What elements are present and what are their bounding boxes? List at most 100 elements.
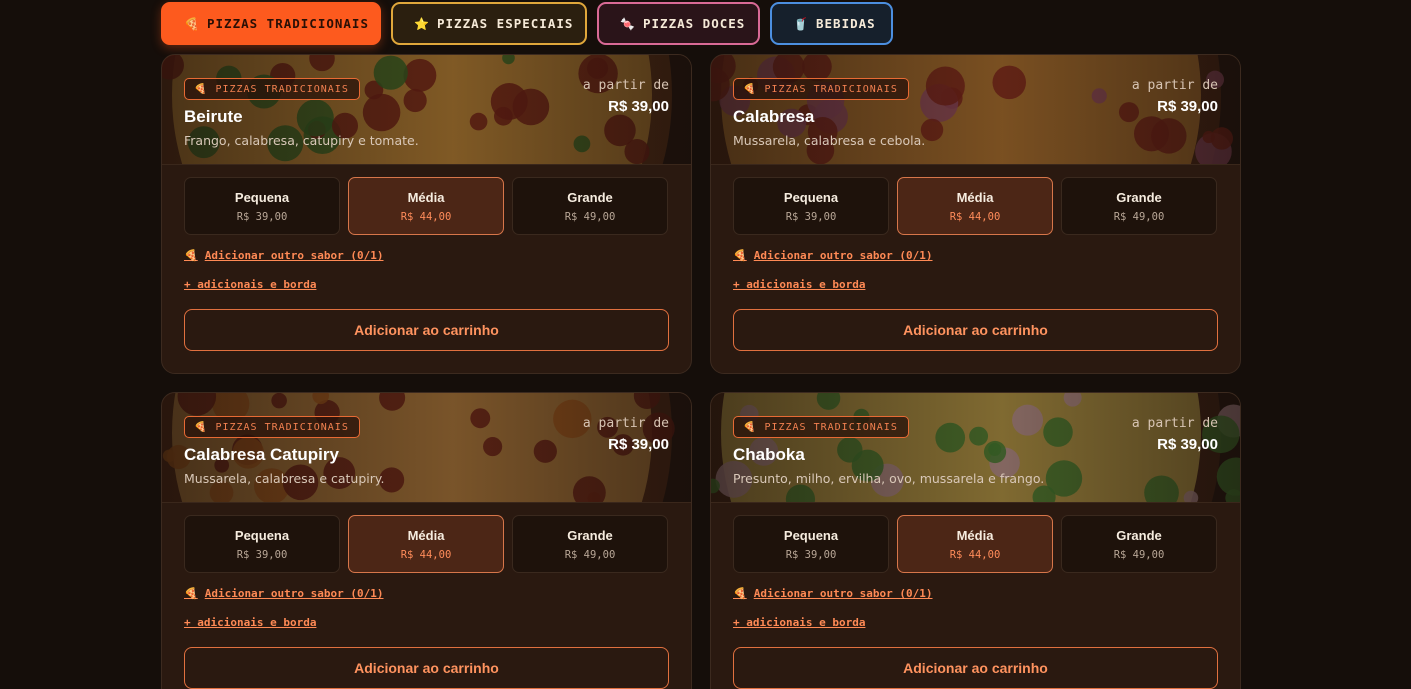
tab-bebidas[interactable]: 🥤 BEBIDAS <box>770 2 893 45</box>
size-option-grande[interactable]: Grande R$ 49,00 <box>512 515 668 573</box>
from-price-label: a partir de <box>1131 416 1218 431</box>
from-price-label: a partir de <box>1131 78 1218 93</box>
pizza-slice-icon: 🍕 <box>743 83 757 95</box>
size-price: R$ 44,00 <box>949 210 1001 223</box>
size-option-pequena[interactable]: Pequena R$ 39,00 <box>184 515 340 573</box>
size-name: Grande <box>1116 189 1162 205</box>
add-flavor-label: Adicionar outro sabor (0/1) <box>753 249 933 262</box>
pizza-slice-icon: 🍕 <box>194 83 208 95</box>
extras-link[interactable]: + adicionais e borda <box>184 278 316 291</box>
pizza-slice-icon: 🍕 <box>184 587 198 600</box>
product-name: Calabresa Catupiry <box>184 445 339 464</box>
tab-label: PIZZAS ESPECIAIS <box>437 16 574 31</box>
size-price: R$ 49,00 <box>1113 210 1165 223</box>
from-price-value: R$ 39,00 <box>1157 436 1218 453</box>
product-description: Frango, calabresa, catupiry e tomate. <box>184 133 419 148</box>
add-flavor-link[interactable]: 🍕 Adicionar outro sabor (0/1) <box>733 249 933 262</box>
pizza-slice-icon: 🍕 <box>733 587 747 600</box>
size-option-pequena[interactable]: Pequena R$ 39,00 <box>184 177 340 235</box>
size-price: R$ 44,00 <box>949 548 1001 561</box>
size-name: Média <box>407 189 445 205</box>
size-price: R$ 39,00 <box>236 210 288 223</box>
add-flavor-label: Adicionar outro sabor (0/1) <box>753 587 933 600</box>
size-name: Grande <box>567 189 613 205</box>
from-price-label: a partir de <box>582 416 669 431</box>
tab-label: PIZZAS TRADICIONAIS <box>207 16 369 31</box>
extras-link[interactable]: + adicionais e borda <box>733 616 865 629</box>
product-name: Chaboka <box>733 445 805 464</box>
size-name: Pequena <box>783 527 839 543</box>
product-hero-image: 🍕 PIZZAS TRADICIONAIS Beirute Frango, ca… <box>162 55 691 165</box>
product-description: Mussarela, calabresa e cebola. <box>733 133 926 148</box>
add-flavor-label: Adicionar outro sabor (0/1) <box>204 587 384 600</box>
product-card: 🍕 PIZZAS TRADICIONAIS Chaboka Presunto, … <box>710 392 1241 689</box>
tab-pizzas-doces[interactable]: 🍬 PIZZAS DOCES <box>597 2 760 45</box>
category-badge: 🍕 PIZZAS TRADICIONAIS <box>733 78 909 100</box>
category-badge-label: PIZZAS TRADICIONAIS <box>764 421 898 433</box>
add-flavor-link[interactable]: 🍕 Adicionar outro sabor (0/1) <box>184 249 384 262</box>
size-name: Grande <box>1116 527 1162 543</box>
pizza-slice-icon: 🍕 <box>184 249 198 262</box>
product-hero-image: 🍕 PIZZAS TRADICIONAIS Chaboka Presunto, … <box>711 393 1240 503</box>
cup-icon: 🥤 <box>793 16 809 31</box>
pizza-slice-icon: 🍕 <box>743 421 757 433</box>
size-option-grande[interactable]: Grande R$ 49,00 <box>1061 177 1217 235</box>
product-hero-image: 🍕 PIZZAS TRADICIONAIS Calabresa Mussarel… <box>711 55 1240 165</box>
product-card: 🍕 PIZZAS TRADICIONAIS Calabresa Catupiry… <box>161 392 692 689</box>
add-to-cart-button[interactable]: Adicionar ao carrinho <box>733 309 1218 351</box>
tab-label: PIZZAS DOCES <box>643 16 746 31</box>
size-option-media[interactable]: Média R$ 44,00 <box>348 177 504 235</box>
product-hero-image: 🍕 PIZZAS TRADICIONAIS Calabresa Catupiry… <box>162 393 691 503</box>
size-option-grande[interactable]: Grande R$ 49,00 <box>512 177 668 235</box>
from-price-label: a partir de <box>582 78 669 93</box>
from-price-value: R$ 39,00 <box>1157 98 1218 115</box>
size-name: Pequena <box>234 527 290 543</box>
pizza-slice-icon: 🍕 <box>184 16 200 31</box>
size-price: R$ 44,00 <box>400 210 452 223</box>
size-option-pequena[interactable]: Pequena R$ 39,00 <box>733 515 889 573</box>
size-name: Média <box>407 527 445 543</box>
product-card: 🍕 PIZZAS TRADICIONAIS Beirute Frango, ca… <box>161 54 692 374</box>
size-name: Média <box>956 189 994 205</box>
category-tabs: 🍕 PIZZAS TRADICIONAIS ⭐ PIZZAS ESPECIAIS… <box>161 2 893 45</box>
product-name: Beirute <box>184 107 243 126</box>
size-price: R$ 44,00 <box>400 548 452 561</box>
size-name: Pequena <box>234 189 290 205</box>
size-price: R$ 49,00 <box>1113 548 1165 561</box>
size-options: Pequena R$ 39,00 Média R$ 44,00 Grande R… <box>733 177 1217 235</box>
category-badge: 🍕 PIZZAS TRADICIONAIS <box>184 416 360 438</box>
extras-link[interactable]: + adicionais e borda <box>184 616 316 629</box>
product-card: 🍕 PIZZAS TRADICIONAIS Calabresa Mussarel… <box>710 54 1241 374</box>
category-badge-label: PIZZAS TRADICIONAIS <box>215 83 349 95</box>
size-price: R$ 39,00 <box>236 548 288 561</box>
size-name: Grande <box>567 527 613 543</box>
size-price: R$ 39,00 <box>785 210 837 223</box>
size-price: R$ 39,00 <box>785 548 837 561</box>
tab-pizzas-tradicionais[interactable]: 🍕 PIZZAS TRADICIONAIS <box>161 2 381 45</box>
tab-label: BEBIDAS <box>816 16 876 31</box>
size-option-media[interactable]: Média R$ 44,00 <box>348 515 504 573</box>
add-flavor-label: Adicionar outro sabor (0/1) <box>204 249 384 262</box>
size-price: R$ 49,00 <box>564 210 616 223</box>
from-price-value: R$ 39,00 <box>608 98 669 115</box>
category-badge: 🍕 PIZZAS TRADICIONAIS <box>184 78 360 100</box>
pizza-slice-icon: 🍕 <box>194 421 208 433</box>
category-badge-label: PIZZAS TRADICIONAIS <box>764 83 898 95</box>
size-option-media[interactable]: Média R$ 44,00 <box>897 515 1053 573</box>
size-options: Pequena R$ 39,00 Média R$ 44,00 Grande R… <box>184 515 668 573</box>
add-to-cart-button[interactable]: Adicionar ao carrinho <box>733 647 1218 689</box>
size-option-grande[interactable]: Grande R$ 49,00 <box>1061 515 1217 573</box>
size-option-pequena[interactable]: Pequena R$ 39,00 <box>733 177 889 235</box>
add-to-cart-button[interactable]: Adicionar ao carrinho <box>184 309 669 351</box>
candy-icon: 🍬 <box>620 16 636 31</box>
tab-pizzas-especiais[interactable]: ⭐ PIZZAS ESPECIAIS <box>391 2 587 45</box>
extras-link[interactable]: + adicionais e borda <box>733 278 865 291</box>
category-badge: 🍕 PIZZAS TRADICIONAIS <box>733 416 909 438</box>
add-to-cart-button[interactable]: Adicionar ao carrinho <box>184 647 669 689</box>
size-name: Pequena <box>783 189 839 205</box>
add-flavor-link[interactable]: 🍕 Adicionar outro sabor (0/1) <box>733 587 933 600</box>
size-name: Média <box>956 527 994 543</box>
size-option-media[interactable]: Média R$ 44,00 <box>897 177 1053 235</box>
add-flavor-link[interactable]: 🍕 Adicionar outro sabor (0/1) <box>184 587 384 600</box>
size-price: R$ 49,00 <box>564 548 616 561</box>
